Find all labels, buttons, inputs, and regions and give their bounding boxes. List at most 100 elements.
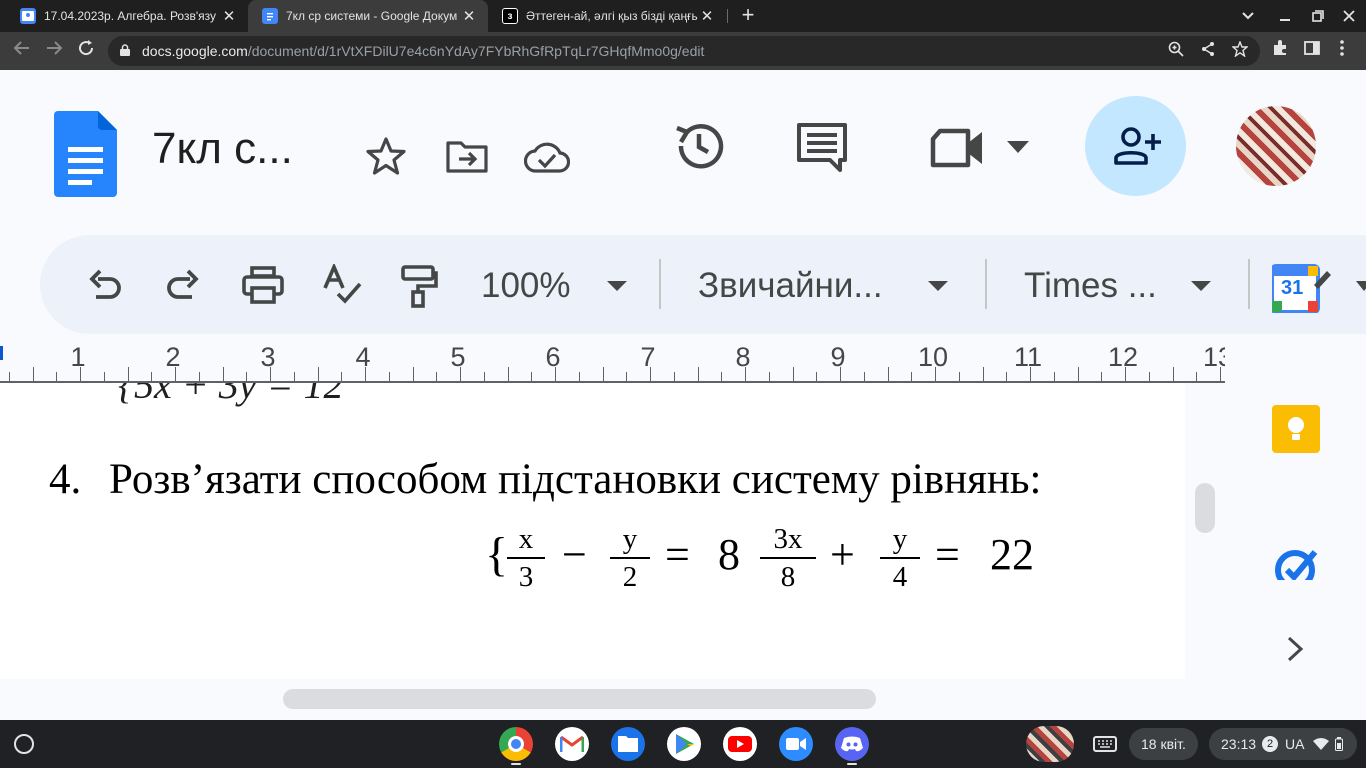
ruler-tick: [673, 372, 675, 381]
youtube-icon[interactable]: [723, 727, 757, 761]
tasks-icon[interactable]: [1275, 546, 1319, 580]
style-dropdown-icon[interactable]: [928, 281, 948, 291]
ruler-tick: [531, 372, 533, 381]
meet-dropdown-icon[interactable]: [1007, 140, 1029, 158]
move-folder-icon[interactable]: [446, 141, 488, 178]
share-button[interactable]: [1085, 96, 1186, 196]
restore-icon[interactable]: [1301, 0, 1335, 32]
ruler-tick: [460, 367, 461, 381]
discord-icon[interactable]: [835, 727, 869, 761]
ruler-tick: [792, 367, 794, 381]
toolbar-divider: [1248, 259, 1250, 309]
ruler-indent-marker[interactable]: [0, 346, 3, 360]
play-store-icon[interactable]: [667, 727, 701, 761]
zoom-select[interactable]: 100%: [481, 266, 571, 306]
print-icon[interactable]: [242, 266, 284, 309]
zoom-dropdown-icon[interactable]: [607, 281, 627, 291]
document-title[interactable]: 7кл с...: [152, 124, 293, 174]
close-tab-icon[interactable]: ✕: [698, 7, 716, 25]
bookmark-star-icon[interactable]: [1230, 40, 1250, 61]
add-person-icon: [1114, 127, 1161, 165]
reload-icon[interactable]: [74, 39, 98, 63]
share-page-icon[interactable]: [1198, 41, 1218, 61]
system-brace: {: [485, 528, 509, 581]
ruler-tick: [127, 367, 129, 381]
new-tab-button[interactable]: +: [736, 4, 760, 28]
cloud-saved-icon[interactable]: [523, 141, 571, 178]
launcher-icon[interactable]: [14, 734, 34, 754]
task-paragraph: 4. Розв’язати способом підстановки систем…: [49, 455, 1041, 504]
equals-sign: =: [665, 530, 690, 579]
ruler-number: 1: [70, 342, 86, 372]
document-page[interactable]: {5x + 3y = 12 4. Розв’язати способом підс…: [0, 383, 1185, 679]
keyboard-icon[interactable]: [1091, 727, 1125, 761]
ruler-tick: [650, 367, 651, 381]
forward-icon[interactable]: [42, 39, 66, 63]
holding-space-thumbnail[interactable]: [1026, 726, 1074, 762]
font-dropdown-icon[interactable]: [1191, 281, 1211, 291]
star-icon[interactable]: [366, 137, 406, 180]
fraction-3x-over-8: 3x 8: [760, 521, 816, 595]
rhs-value-2: 22: [990, 530, 1034, 579]
toolbar-divider: [985, 259, 987, 309]
calendar-day: 31: [1281, 277, 1304, 299]
minus-sign: −: [562, 530, 587, 579]
ruler-tick: [1125, 367, 1126, 381]
comments-icon[interactable]: [796, 122, 848, 177]
expand-side-panel-icon[interactable]: [1284, 632, 1308, 666]
files-icon[interactable]: [611, 727, 645, 761]
url-text[interactable]: docs.google.com/document/d/1rVtXFDilU7e4…: [142, 43, 704, 59]
docs-logo-icon[interactable]: [54, 111, 117, 197]
spellcheck-icon[interactable]: [322, 262, 362, 309]
tab-search-icon[interactable]: [1231, 0, 1265, 32]
version-history-icon[interactable]: [673, 120, 725, 177]
ruler-tick: [32, 367, 34, 381]
menu-icon[interactable]: [1330, 39, 1354, 63]
chrome-icon[interactable]: [499, 727, 533, 761]
back-icon[interactable]: [10, 39, 34, 63]
tab-title: 17.04.2023р. Алгебра. Розв'язу: [44, 9, 216, 23]
calendar-icon[interactable]: 31: [1270, 263, 1334, 318]
zoom-app-icon[interactable]: [779, 727, 813, 761]
keep-icon[interactable]: [1272, 405, 1320, 453]
redo-icon[interactable]: [166, 268, 200, 307]
font-select[interactable]: Times ...: [1024, 266, 1157, 306]
more-tools-dropdown-icon[interactable]: [1356, 281, 1366, 291]
minimize-icon[interactable]: [1268, 0, 1302, 32]
style-select[interactable]: Звичайни...: [698, 266, 883, 306]
lock-icon[interactable]: [120, 44, 130, 56]
horizontal-ruler[interactable]: 12345678910111213: [0, 340, 1225, 383]
url-host: docs.google.com: [142, 43, 248, 59]
zoom-icon[interactable]: [1166, 41, 1186, 61]
user-avatar[interactable]: [1236, 106, 1316, 186]
ruler-tick: [507, 367, 509, 381]
tab-music[interactable]: з Әттеген-ай, әлгі қыз бізді қаңғы ✕: [488, 0, 726, 32]
side-panel-icon[interactable]: [1300, 39, 1324, 63]
horizontal-scrollbar-thumb[interactable]: [283, 689, 876, 709]
paint-format-icon[interactable]: [400, 264, 438, 313]
close-window-icon[interactable]: [1332, 0, 1366, 32]
meet-camera-icon[interactable]: [930, 128, 984, 173]
ruler-number: 10: [917, 342, 949, 372]
fraction-denominator: 3: [518, 561, 534, 593]
fraction-y-over-4: y 4: [880, 521, 920, 595]
ruler-tick: [151, 372, 153, 381]
close-tab-icon[interactable]: ✕: [220, 7, 238, 25]
ruler-tick: [1196, 372, 1198, 381]
extensions-icon[interactable]: [1268, 39, 1292, 63]
gmail-icon[interactable]: [555, 727, 589, 761]
ruler-tick: [697, 367, 699, 381]
toolbar-divider: [659, 259, 661, 309]
close-tab-icon[interactable]: ✕: [460, 7, 478, 25]
notification-count: 2: [1262, 736, 1279, 752]
address-bar[interactable]: docs.google.com/document/d/1rVtXFDilU7e4…: [108, 36, 1260, 66]
system-tray[interactable]: 23:13 2 UA: [1209, 728, 1357, 760]
tab-algebra[interactable]: 17.04.2023р. Алгебра. Розв'язу ✕: [6, 0, 248, 32]
undo-icon[interactable]: [88, 268, 122, 307]
tab-google-docs[interactable]: 7кл ср системи - Google Докум ✕: [248, 0, 488, 32]
plus-sign: +: [830, 530, 855, 579]
date-pill[interactable]: 18 квіт.: [1129, 728, 1198, 760]
vertical-scrollbar-thumb[interactable]: [1195, 483, 1215, 533]
task-text: Розв’язати способом підстановки систему …: [109, 456, 1042, 503]
ruler-number: 8: [735, 342, 751, 372]
